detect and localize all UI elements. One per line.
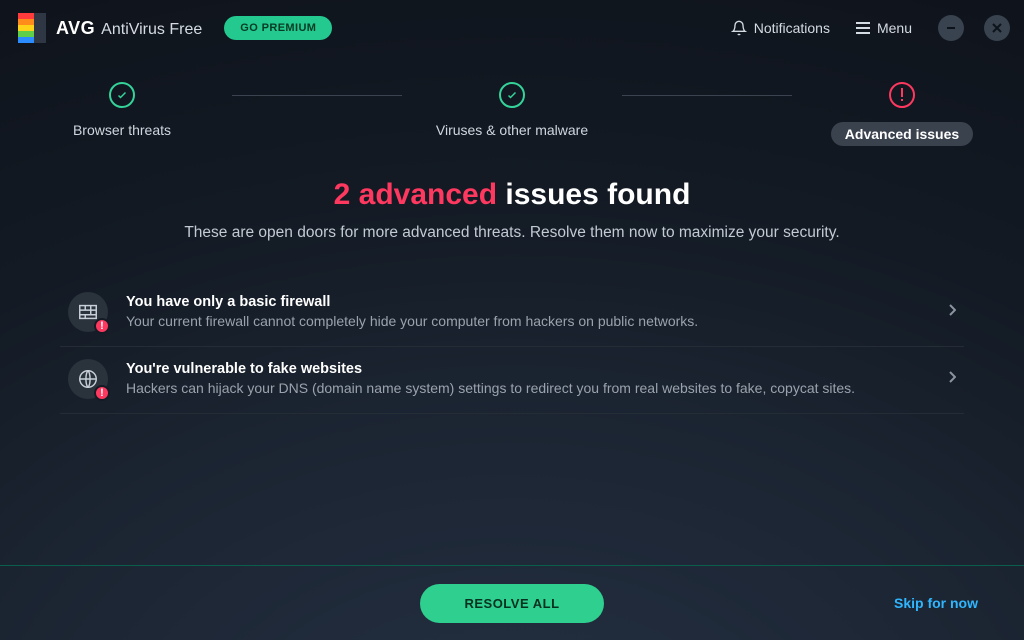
issue-fake-websites[interactable]: ! You're vulnerable to fake websites Hac…: [60, 347, 964, 414]
brand-avg: AVG: [56, 18, 95, 39]
alert-badge-icon: !: [94, 385, 110, 401]
hamburger-icon: [856, 22, 870, 34]
footer: RESOLVE ALL Skip for now: [0, 566, 1024, 640]
skip-for-now-link[interactable]: Skip for now: [894, 595, 978, 611]
issue-firewall[interactable]: ! You have only a basic firewall Your cu…: [60, 280, 964, 347]
warn-icon: [889, 82, 915, 108]
step-label: Viruses & other malware: [436, 122, 588, 138]
issue-desc: Your current firewall cannot completely …: [126, 312, 930, 331]
menu-label: Menu: [877, 20, 912, 36]
issue-desc: Hackers can hijack your DNS (domain name…: [126, 379, 930, 398]
issue-text: You have only a basic firewall Your curr…: [126, 294, 930, 331]
chevron-right-icon: [948, 303, 956, 321]
close-button[interactable]: [984, 15, 1010, 41]
step-advanced-issues: Advanced issues: [792, 82, 1012, 146]
bell-icon: [731, 20, 747, 36]
step-label: Advanced issues: [831, 122, 973, 146]
headline-accent: 2 advanced: [334, 178, 497, 211]
brand-text: AVG AntiVirus Free: [56, 18, 202, 39]
firewall-icon: !: [68, 292, 108, 332]
resolve-all-button[interactable]: RESOLVE ALL: [420, 584, 603, 623]
minimize-button[interactable]: [938, 15, 964, 41]
go-premium-button[interactable]: GO PREMIUM: [224, 16, 332, 40]
notifications-label: Notifications: [754, 20, 830, 36]
avg-logo-icon: [18, 13, 46, 43]
issue-title: You're vulnerable to fake websites: [126, 361, 930, 377]
step-label: Browser threats: [73, 122, 171, 138]
issues-list: ! You have only a basic firewall Your cu…: [60, 280, 964, 414]
check-icon: [109, 82, 135, 108]
scan-steps: Browser threats Viruses & other malware …: [0, 82, 1024, 146]
app-logo: AVG AntiVirus Free: [18, 13, 202, 43]
globe-icon: !: [68, 359, 108, 399]
step-connector: [232, 95, 402, 96]
minimize-icon: [945, 22, 957, 34]
brand-sub: AntiVirus Free: [101, 21, 202, 39]
step-connector: [622, 95, 792, 96]
headline-rest: issues found: [497, 178, 690, 211]
menu-button[interactable]: Menu: [850, 16, 918, 40]
issue-text: You're vulnerable to fake websites Hacke…: [126, 361, 930, 398]
headline: 2 advanced issues found These are open d…: [0, 178, 1024, 242]
notifications-button[interactable]: Notifications: [725, 16, 836, 40]
alert-badge-icon: !: [94, 318, 110, 334]
headline-title: 2 advanced issues found: [0, 178, 1024, 212]
check-icon: [499, 82, 525, 108]
step-viruses-malware: Viruses & other malware: [402, 82, 622, 138]
chevron-right-icon: [948, 370, 956, 388]
headline-sub: These are open doors for more advanced t…: [0, 224, 1024, 242]
issue-title: You have only a basic firewall: [126, 294, 930, 310]
step-browser-threats: Browser threats: [12, 82, 232, 138]
titlebar: AVG AntiVirus Free GO PREMIUM Notificati…: [0, 0, 1024, 56]
close-icon: [991, 22, 1003, 34]
